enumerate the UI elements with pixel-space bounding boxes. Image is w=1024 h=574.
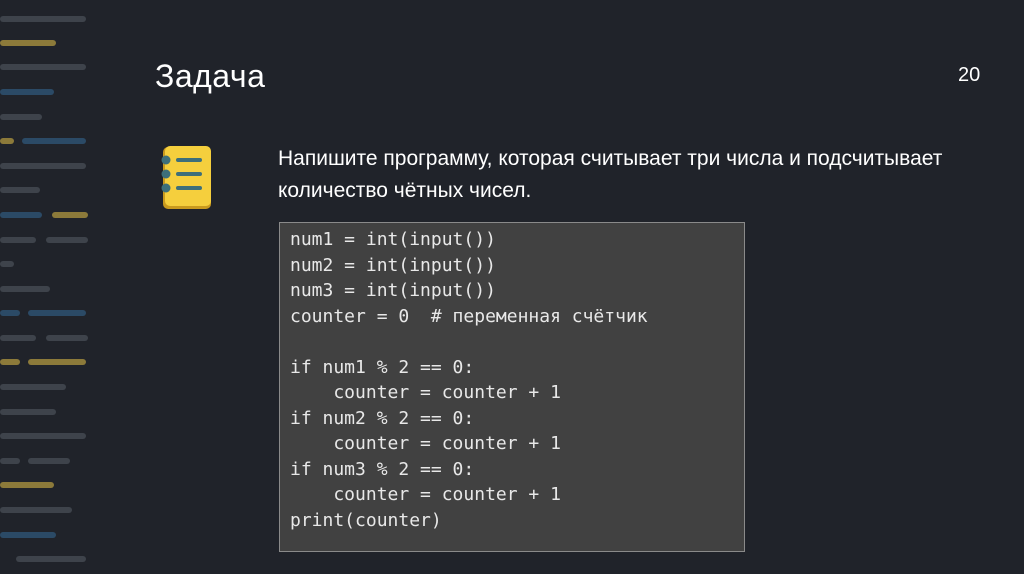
- deco-bar: [0, 433, 86, 439]
- deco-bar: [0, 212, 42, 218]
- deco-bar: [0, 16, 86, 22]
- checklist-icon: [160, 145, 214, 211]
- deco-bar: [0, 359, 20, 365]
- deco-bar: [0, 163, 86, 169]
- deco-bar: [0, 409, 56, 415]
- deco-bar: [0, 310, 20, 316]
- task-description: Напишите программу, которая считывает тр…: [278, 147, 943, 202]
- code-line: if num3 % 2 == 0:: [290, 458, 475, 480]
- code-block: num1 = int(input()) num2 = int(input()) …: [279, 222, 745, 552]
- deco-bar: [28, 359, 86, 365]
- code-line: if num2 % 2 == 0:: [290, 407, 475, 429]
- deco-bar: [0, 384, 66, 390]
- code-line: counter = counter + 1: [290, 382, 561, 403]
- decorative-code-lines: [0, 0, 110, 574]
- deco-bar: [28, 310, 86, 316]
- deco-bar: [22, 138, 86, 144]
- deco-bar: [46, 335, 88, 341]
- code-line: num1 = int(input()): [290, 229, 496, 250]
- deco-bar: [46, 237, 88, 243]
- deco-bar: [0, 138, 14, 144]
- deco-bar: [0, 40, 56, 46]
- code-line: print(counter): [290, 509, 442, 531]
- slide: Задача 20 Напишите программу, которая сч…: [0, 0, 1024, 574]
- code-line: if num1 % 2 == 0:: [290, 356, 475, 378]
- code-line: counter = 0 # переменная счётчик: [290, 305, 648, 327]
- deco-bar: [0, 507, 72, 513]
- deco-bar: [0, 482, 54, 488]
- slide-title: Задача: [155, 58, 266, 94]
- deco-bar: [0, 532, 56, 538]
- code-line: counter = counter + 1: [290, 484, 561, 505]
- page-number: 20: [958, 64, 981, 86]
- code-line: num2 = int(input()): [290, 254, 496, 276]
- deco-bar: [0, 114, 42, 120]
- code-line: counter = counter + 1: [290, 433, 561, 454]
- deco-bar: [0, 335, 36, 341]
- deco-bar: [16, 556, 86, 562]
- deco-bar: [0, 458, 20, 464]
- deco-bar: [0, 89, 54, 95]
- deco-bar: [28, 458, 70, 464]
- deco-bar: [0, 286, 50, 292]
- deco-bar: [0, 64, 86, 70]
- deco-bar: [0, 237, 36, 243]
- deco-bar: [52, 212, 88, 218]
- code-line: num3 = int(input()): [290, 280, 496, 301]
- deco-bar: [0, 187, 40, 193]
- deco-bar: [0, 261, 14, 267]
